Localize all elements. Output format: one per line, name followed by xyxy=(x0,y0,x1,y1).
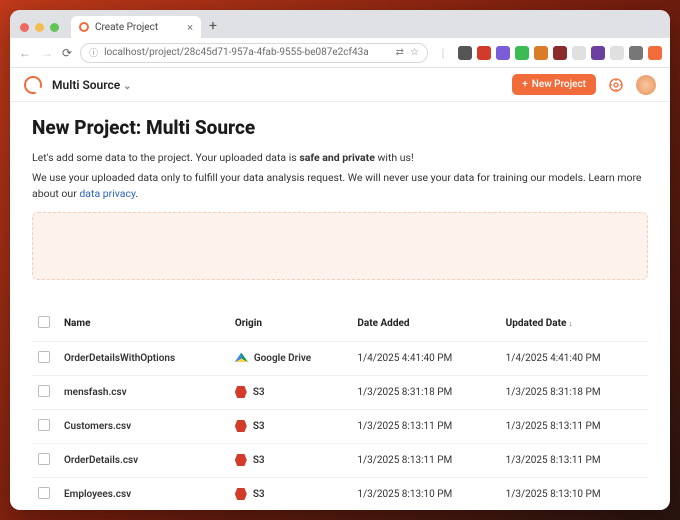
cell-origin: Google Drive xyxy=(229,341,352,375)
extension-icon[interactable] xyxy=(534,46,548,60)
bookmark-icon[interactable]: ☆ xyxy=(410,47,419,58)
google-drive-icon xyxy=(235,353,248,364)
tab-strip: Create Project × + xyxy=(10,10,670,38)
extension-icon[interactable] xyxy=(572,46,586,60)
plus-icon: + xyxy=(522,79,528,90)
extension-icon[interactable] xyxy=(496,46,510,60)
cell-origin: S3 xyxy=(229,477,352,510)
cell-name: Customers.csv xyxy=(58,409,229,443)
cell-updated: 1/3/2025 8:13:11 PM xyxy=(500,443,648,477)
s3-icon xyxy=(235,488,247,500)
row-checkbox[interactable] xyxy=(38,385,50,397)
cell-added: 1/3/2025 8:31:18 PM xyxy=(351,375,499,409)
cell-updated: 1/3/2025 8:13:10 PM xyxy=(500,477,648,510)
col-origin[interactable]: Origin xyxy=(229,308,352,342)
extension-icon[interactable] xyxy=(648,46,662,60)
datasets-table: Name Origin Date Added Updated Date↓ Ord… xyxy=(32,308,648,511)
s3-icon xyxy=(235,386,247,398)
cell-added: 1/4/2025 4:41:40 PM xyxy=(351,341,499,375)
site-info-icon[interactable]: ⓘ xyxy=(89,46,98,59)
s3-icon xyxy=(235,454,247,466)
row-checkbox[interactable] xyxy=(38,419,50,431)
extension-icon[interactable] xyxy=(629,46,643,60)
cell-added: 1/3/2025 8:13:11 PM xyxy=(351,409,499,443)
upload-dropzone[interactable] xyxy=(32,212,648,280)
extension-icon[interactable] xyxy=(591,46,605,60)
extension-icon[interactable] xyxy=(553,46,567,60)
subtext: We use your uploaded data only to fulfil… xyxy=(32,170,648,202)
table-row[interactable]: mensfash.csvS31/3/2025 8:31:18 PM1/3/202… xyxy=(32,375,648,409)
table-row[interactable]: Customers.csvS31/3/2025 8:13:11 PM1/3/20… xyxy=(32,409,648,443)
new-project-label: New Project xyxy=(532,79,586,90)
page-title: New Project: Multi Source xyxy=(32,116,648,139)
cell-name: mensfash.csv xyxy=(58,375,229,409)
toolbar: ← → ⟳ ⓘ localhost/project/28c45d71-957a-… xyxy=(10,38,670,68)
reload-button[interactable]: ⟳ xyxy=(62,46,72,60)
translate-icon[interactable]: ⇄ xyxy=(396,47,404,58)
s3-icon xyxy=(235,420,247,432)
back-button[interactable]: ← xyxy=(18,46,32,60)
cell-name: OrderDetails.csv xyxy=(58,443,229,477)
new-project-button[interactable]: + New Project xyxy=(512,74,596,95)
window-controls xyxy=(20,23,59,32)
extension-icon[interactable] xyxy=(515,46,529,60)
maximize-window-icon[interactable] xyxy=(50,23,59,32)
row-checkbox[interactable] xyxy=(38,351,50,363)
cell-name: OrderDetailsWithOptions xyxy=(58,341,229,375)
row-checkbox[interactable] xyxy=(38,487,50,499)
close-window-icon[interactable] xyxy=(20,23,29,32)
cell-origin: S3 xyxy=(229,409,352,443)
col-updated[interactable]: Updated Date↓ xyxy=(500,308,648,342)
chevron-down-icon: ⌄ xyxy=(123,81,131,92)
table-row[interactable]: Employees.csvS31/3/2025 8:13:10 PM1/3/20… xyxy=(32,477,648,510)
toolbar-divider: | xyxy=(436,46,450,60)
sort-desc-icon: ↓ xyxy=(568,319,572,328)
workspace-selector[interactable]: Multi Source ⌄ xyxy=(52,78,132,92)
row-checkbox[interactable] xyxy=(38,453,50,465)
extensions-tray xyxy=(458,46,662,60)
table-row[interactable]: OrderDetails.csvS31/3/2025 8:13:11 PM1/3… xyxy=(32,443,648,477)
cell-added: 1/3/2025 8:13:11 PM xyxy=(351,443,499,477)
cell-added: 1/3/2025 8:13:10 PM xyxy=(351,477,499,510)
cell-updated: 1/3/2025 8:13:11 PM xyxy=(500,409,648,443)
minimize-window-icon[interactable] xyxy=(35,23,44,32)
page-content: New Project: Multi Source Let's add some… xyxy=(10,102,670,510)
address-bar[interactable]: ⓘ localhost/project/28c45d71-957a-4fab-9… xyxy=(80,43,428,63)
tab-favicon xyxy=(79,22,89,32)
browser-tab[interactable]: Create Project × xyxy=(71,16,201,38)
tab-title: Create Project xyxy=(95,22,158,33)
cell-updated: 1/4/2025 4:41:40 PM xyxy=(500,341,648,375)
cell-name: Employees.csv xyxy=(58,477,229,510)
avatar[interactable] xyxy=(636,75,656,95)
browser-window: Create Project × + ← → ⟳ ⓘ localhost/pro… xyxy=(10,10,670,510)
help-icon[interactable] xyxy=(606,75,626,95)
table-row[interactable]: OrderDetailsWithOptionsGoogle Drive1/4/2… xyxy=(32,341,648,375)
col-name[interactable]: Name xyxy=(58,308,229,342)
close-tab-icon[interactable]: × xyxy=(187,21,193,34)
workspace-name: Multi Source xyxy=(52,78,120,92)
select-all-checkbox[interactable] xyxy=(38,316,50,328)
col-added[interactable]: Date Added xyxy=(351,308,499,342)
cell-origin: S3 xyxy=(229,375,352,409)
app-header: Multi Source ⌄ + New Project xyxy=(10,68,670,102)
url-text: localhost/project/28c45d71-957a-4fab-955… xyxy=(104,47,369,58)
extension-icon[interactable] xyxy=(477,46,491,60)
table-header-row: Name Origin Date Added Updated Date↓ xyxy=(32,308,648,342)
new-tab-button[interactable]: + xyxy=(209,18,217,34)
app-logo-icon[interactable] xyxy=(24,76,42,94)
forward-button[interactable]: → xyxy=(40,46,54,60)
lead-text: Let's add some data to the project. Your… xyxy=(32,151,648,164)
extension-icon[interactable] xyxy=(610,46,624,60)
extension-icon[interactable] xyxy=(458,46,472,60)
cell-updated: 1/3/2025 8:31:18 PM xyxy=(500,375,648,409)
cell-origin: S3 xyxy=(229,443,352,477)
data-privacy-link[interactable]: data privacy xyxy=(79,187,135,200)
